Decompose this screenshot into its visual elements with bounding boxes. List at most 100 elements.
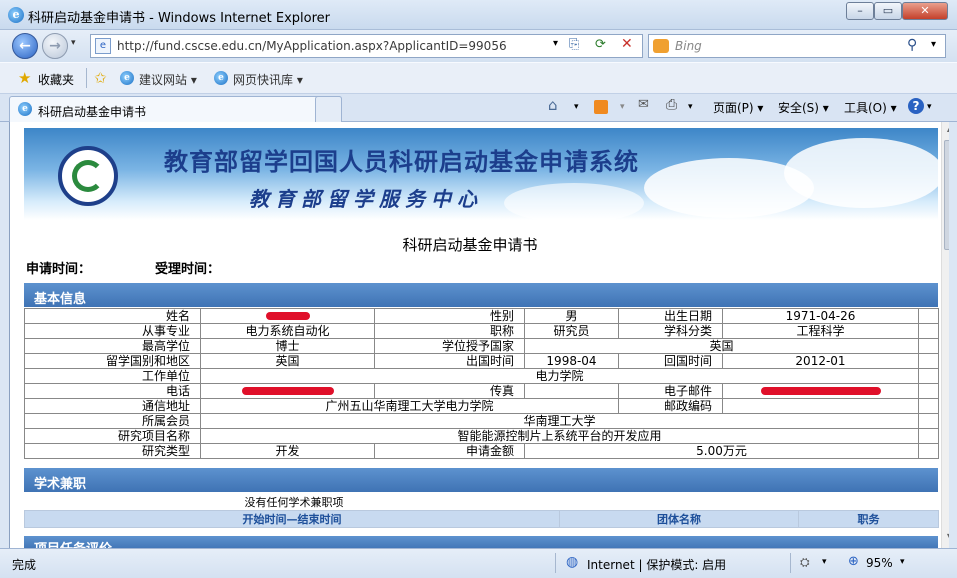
return-value: 2012-01 [722,353,919,369]
compat-view-icon[interactable]: ⎘ [569,37,579,52]
close-button[interactable]: ✕ [902,2,948,20]
home-icon[interactable]: ⌂ [548,96,558,114]
email-label: 电子邮件 [618,383,723,399]
forward-icon[interactable]: → [42,33,68,59]
discipline-value: 工程科学 [722,323,919,339]
address-url: http://fund.cscse.edu.cn/MyApplication.a… [117,39,507,53]
table-row: 工作单位 电力学院 [24,368,939,384]
section-basic-info: 基本信息 [24,283,938,307]
feeds-dropdown-icon[interactable]: ▾ [620,102,625,112]
print-dropdown-icon[interactable]: ▾ [688,102,693,112]
protected-mode-dropdown-icon[interactable]: ▾ [822,557,827,567]
vertical-scrollbar[interactable]: ▲ ▼ [941,122,949,548]
degree-label: 最高学位 [24,338,201,354]
degree-country-label: 学位授予国家 [374,338,525,354]
email-value [722,383,919,399]
redaction-mark [760,387,881,395]
tab-page-icon: e [18,102,32,116]
zone-status[interactable]: Internet | 保护模式: 启用 [587,556,726,573]
history-dropdown-icon[interactable]: ▾ [71,38,76,48]
name-value [200,308,375,324]
cscse-logo-icon [58,146,118,206]
scroll-up-icon[interactable]: ▲ [944,124,949,136]
table-row: 研究项目名称 智能能源控制片上系统平台的开发应用 [24,428,939,444]
globe-icon: ◍ [566,554,579,570]
col-period: 开始时间—结束时间 [24,510,560,528]
search-icon[interactable]: ⚲ [907,37,917,53]
table-row: 电话 传真 电子邮件 [24,383,939,399]
zoom-level[interactable]: 95% [866,556,893,570]
section-academic: 学术兼职 [24,468,938,492]
table-row: 研究类型 开发 申请金额 5.00万元 [24,443,939,459]
cloud-decoration [784,138,938,208]
employer-label: 工作单位 [24,368,201,384]
major-label: 从事专业 [24,323,201,339]
table-row: 姓名 性别 男 出生日期 1971-04-26 [24,308,939,324]
stop-icon[interactable]: ✕ [621,36,633,52]
print-icon[interactable]: ⎙ [666,97,677,113]
banner-subtitle: 教育部留学服务中心 [249,187,483,211]
postcode-value [722,398,919,414]
apply-time-label: 申请时间： [26,262,92,277]
feeds-icon[interactable] [594,100,608,114]
col-position: 职务 [797,510,940,528]
zoom-icon[interactable]: ⊕ [848,554,859,569]
accept-time-label: 受理时间： [155,262,221,277]
home-dropdown-icon[interactable]: ▾ [574,102,579,112]
mail-icon[interactable]: ✉ [638,97,649,112]
suggested-sites-icon: e [120,71,134,85]
minimize-button[interactable]: – [846,2,874,20]
cloud-decoration [504,183,644,220]
tab-bar: e 科研启动基金申请书 ⌂ ▾ ▾ ✉ ⎙ ▾ 页面(P) ▾ 安全(S) ▾ … [0,94,957,122]
phone-label: 电话 [24,383,201,399]
safety-menu[interactable]: 安全(S) ▾ [778,99,829,116]
table-row: 从事专业 电力系统自动化 职称 研究员 学科分类 工程科学 [24,323,939,339]
zoom-dropdown-icon[interactable]: ▾ [900,557,905,567]
academic-empty-message: 没有任何学术兼职项 [244,496,344,509]
search-placeholder: Bing [675,39,702,53]
new-tab-button[interactable] [315,96,342,122]
tab-active[interactable]: e 科研启动基金申请书 [9,96,342,122]
scroll-thumb[interactable] [944,140,949,250]
suggested-sites-link[interactable]: 建议网站 ▾ [139,71,197,88]
help-dropdown-icon[interactable]: ▾ [927,102,932,112]
protected-mode-icon[interactable]: ⛭ [800,555,810,570]
depart-label: 出国时间 [374,353,525,369]
type-label: 研究类型 [24,443,201,459]
project-value: 智能能源控制片上系统平台的开发应用 [200,428,919,444]
status-bar: 完成 ◍ Internet | 保护模式: 启用 ⛭ ▾ ⊕ 95% ▾ [0,548,957,578]
refresh-icon[interactable]: ⟳ [595,37,606,52]
site-banner: 教育部留学回国人员科研启动基金申请系统 教育部留学服务中心 [24,128,938,220]
status-text: 完成 [12,558,37,572]
favorites-bar: ★ 收藏夹 ✩ e 建议网站 ▾ e 网页快讯库 ▾ [0,62,957,94]
postcode-label: 邮政编码 [618,398,723,414]
member-value: 华南理工大学 [200,413,919,429]
add-favorites-icon[interactable]: ✩ [94,69,107,87]
address-label: 通信地址 [24,398,201,414]
type-value: 开发 [200,443,375,459]
search-input[interactable]: Bing ⚲ ▾ [648,34,946,58]
tools-menu[interactable]: 工具(O) ▾ [844,99,897,116]
project-label: 研究项目名称 [24,428,201,444]
web-slice-gallery-link[interactable]: 网页快讯库 ▾ [233,71,303,88]
address-dropdown-icon[interactable]: ▾ [553,38,558,49]
maximize-button[interactable]: ▭ [874,2,902,20]
favorites-button[interactable]: 收藏夹 [38,71,74,88]
scroll-down-icon[interactable]: ▼ [944,532,949,544]
table-header-row: 开始时间—结束时间 团体名称 职务 [24,510,940,528]
table-row: 通信地址 广州五山华南理工大学电力学院 邮政编码 [24,398,939,414]
document-title: 科研启动基金申请书 [402,236,538,254]
table-row: 最高学位 博士 学位授予国家 英国 [24,338,939,354]
title-label: 职称 [374,323,525,339]
page-menu[interactable]: 页面(P) ▾ [713,99,763,116]
bing-icon [653,39,669,53]
back-icon[interactable]: ← [12,33,38,59]
help-icon[interactable]: ? [908,98,924,114]
search-options-icon[interactable]: ▾ [931,39,936,50]
tab-title: 科研启动基金申请书 [38,105,147,119]
academic-table: 没有任何学术兼职项 开始时间—结束时间 团体名称 职务 [24,494,940,528]
return-label: 回国时间 [618,353,723,369]
address-input[interactable]: e http://fund.cscse.edu.cn/MyApplication… [90,34,643,58]
table-row: 所属会员 华南理工大学 [24,413,939,429]
fax-value [524,383,619,399]
